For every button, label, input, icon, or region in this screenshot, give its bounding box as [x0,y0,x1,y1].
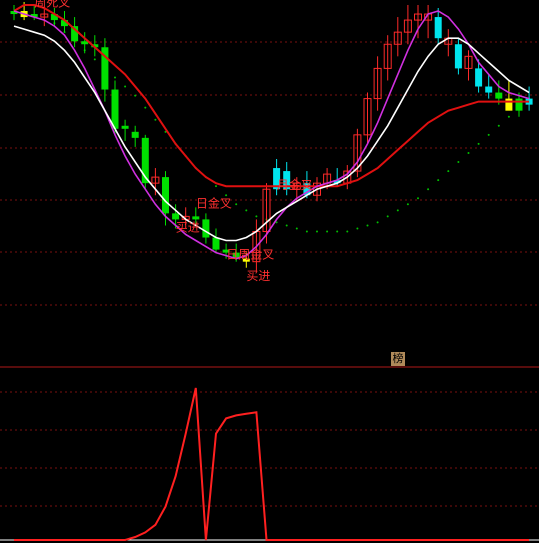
indicator-panel [0,387,539,541]
support-dot [295,227,298,230]
support-dot [235,203,238,206]
support-dot [386,215,389,218]
support-dot [467,151,470,154]
candle-body [131,131,139,138]
signal-label: 月金叉 [277,177,313,192]
support-dot [457,161,460,164]
tag-badge: 榜 [391,352,405,366]
support-dot [507,115,510,118]
support-dot [154,118,157,121]
indicator-line [14,387,530,541]
support-dot [447,170,450,173]
candle-body [475,68,483,87]
candle-body [515,98,523,111]
support-dot [427,188,430,191]
support-dot [477,142,480,145]
support-dot [437,179,440,182]
candle-body [212,237,220,250]
signal-label: 买进 [246,269,270,283]
candle-body [434,17,442,39]
candle-body [192,216,200,220]
stock-chart: 周死叉日金叉买进日周金叉买进月金叉 [0,0,539,541]
support-dot [215,185,217,188]
candle-body [485,86,493,93]
support-dot [144,106,147,109]
support-dot [255,215,258,218]
support-dot [316,230,318,233]
support-dot [114,76,116,79]
support-dot [396,209,399,212]
support-dot [417,197,419,200]
ma-line-red [13,4,530,188]
candle-body [121,125,129,129]
support-dot [366,224,369,227]
candle-body [454,44,462,69]
candle-body [172,213,180,220]
support-dot [124,85,127,88]
support-dot [376,221,379,224]
support-dot [336,230,339,233]
support-dot [134,94,137,97]
candle-body [505,98,513,111]
signal-label: 日周金叉 [226,247,274,262]
support-dot [326,230,329,233]
support-dot [305,230,308,233]
support-dot [356,227,359,230]
support-dot [285,224,288,227]
candle-body [495,92,503,99]
support-dot [487,133,490,136]
ma-line-magenta [13,10,530,260]
support-dot [406,203,409,206]
support-dot [346,230,349,233]
candle-body [202,219,210,238]
ma-line-white [13,25,530,242]
support-dot [497,124,500,127]
support-dot [93,58,96,61]
candle-body [162,177,169,214]
support-dot [245,209,248,212]
signal-label: 日金叉 [196,195,232,210]
signal-label: 周死叉 [34,0,70,9]
signal-label: 买进 [176,220,200,234]
